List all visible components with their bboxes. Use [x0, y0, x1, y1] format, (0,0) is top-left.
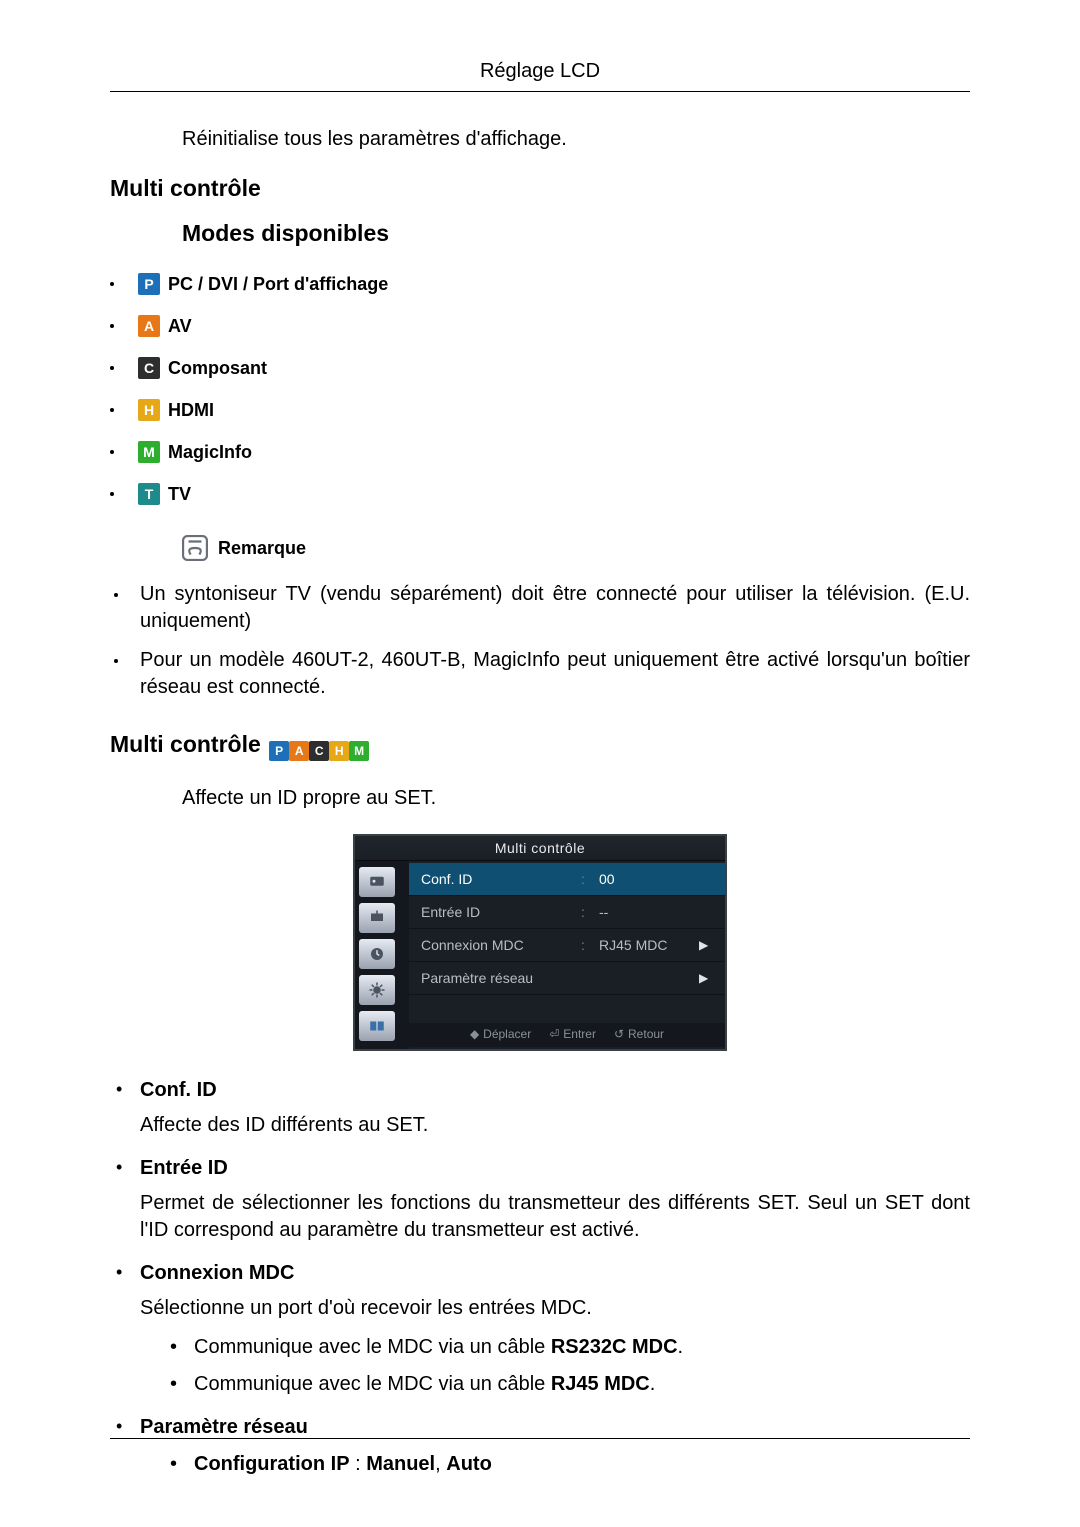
- detail-paragraph: Affecte des ID différents au SET.: [140, 1112, 970, 1139]
- mode-icon-t: T: [138, 483, 160, 505]
- osd-row-label: Entrée ID: [421, 904, 577, 920]
- osd-row-connexion-mdc[interactable]: Connexion MDC : RJ45 MDC ▶: [409, 929, 725, 962]
- note-text: Un syntoniseur TV (vendu séparément) doi…: [140, 581, 970, 635]
- mode-label: TV: [168, 484, 191, 505]
- detail-conf-id: Conf. ID Affecte des ID différents au SE…: [110, 1079, 970, 1139]
- section-modes-disponibles-title: Modes disponibles: [110, 220, 970, 247]
- bullet-icon: [110, 450, 114, 454]
- osd-row-entree-id[interactable]: Entrée ID : --: [409, 896, 725, 929]
- detail-entree-id: Entrée ID Permet de sélectionner les fon…: [110, 1157, 970, 1244]
- detail-list: Conf. ID Affecte des ID différents au SE…: [110, 1079, 970, 1478]
- mode-item-composant: C Composant: [110, 347, 970, 389]
- detail-title: Paramètre réseau: [140, 1416, 970, 1439]
- osd-row-label: Paramètre réseau: [421, 970, 577, 986]
- document-page: Réglage LCD Réinitialise tous les paramè…: [0, 0, 1080, 1527]
- mode-label: AV: [168, 316, 192, 337]
- mode-label: Composant: [168, 358, 267, 379]
- mode-label: PC / DVI / Port d'affichage: [168, 274, 388, 295]
- note-label: Remarque: [218, 538, 306, 559]
- mode-item-magicinfo: M MagicInfo: [110, 431, 970, 473]
- bullet-icon: [110, 282, 114, 286]
- osd-foot-enter: ⏎ Entrer: [549, 1027, 596, 1041]
- sub-bullets: Configuration IP : Manuel, Auto: [168, 1451, 970, 1478]
- osd-side-icon-time[interactable]: [359, 939, 395, 969]
- detail-paragraph: Sélectionne un port d'où recevoir les en…: [140, 1295, 970, 1322]
- osd-row-colon: :: [577, 937, 589, 953]
- note-bullet-2: Pour un modèle 460UT-2, 460UT-B, MagicIn…: [110, 641, 970, 707]
- note-bullets: Un syntoniseur TV (vendu séparément) doi…: [110, 575, 970, 707]
- osd-row-label: Conf. ID: [421, 871, 577, 887]
- mode-icon-m: M: [138, 441, 160, 463]
- osd-row-colon: :: [577, 904, 589, 920]
- section2-intro: Affecte un ID propre au SET.: [110, 785, 970, 812]
- mode-icon-c: C: [138, 357, 160, 379]
- osd-row-value: --: [589, 904, 699, 920]
- inline-mode-icons: P A C H M: [269, 741, 369, 761]
- osd-side-icon-picture[interactable]: [359, 867, 395, 897]
- mode-icon-m: M: [349, 741, 369, 761]
- detail-parametre-reseau: Paramètre réseau Configuration IP : Manu…: [110, 1416, 970, 1478]
- bullet-icon: [110, 408, 114, 412]
- osd-row-value: 00: [589, 871, 699, 887]
- osd-row-label: Connexion MDC: [421, 937, 577, 953]
- osd-panel: Multi contrôle Conf. ID : 00 Entrée ID :: [353, 834, 727, 1051]
- sub-bullet-rs232c: Communique avec le MDC via un câble RS23…: [168, 1334, 970, 1361]
- note-icon: [182, 535, 208, 561]
- osd-foot-move: ◆ Déplacer: [470, 1027, 531, 1041]
- note-header: Remarque: [110, 535, 970, 561]
- osd-side-icon-multi[interactable]: [359, 1011, 395, 1041]
- sub-bullet-rj45: Communique avec le MDC via un câble RJ45…: [168, 1371, 970, 1398]
- mode-icon-h: H: [329, 741, 349, 761]
- mode-icon-a: A: [289, 741, 309, 761]
- mode-item-tv: T TV: [110, 473, 970, 515]
- osd-title: Multi contrôle: [355, 836, 725, 861]
- mode-icon-p: P: [138, 273, 160, 295]
- mode-item-av: A AV: [110, 305, 970, 347]
- sub-bullet-config-ip: Configuration IP : Manuel, Auto: [168, 1451, 970, 1478]
- osd-foot-return: ↺ Retour: [614, 1027, 664, 1041]
- osd-row-arrow-icon: ▶: [699, 938, 713, 952]
- bullet-icon: [114, 659, 118, 663]
- sub-bullets: Communique avec le MDC via un câble RS23…: [168, 1334, 970, 1398]
- osd-body: Conf. ID : 00 Entrée ID : -- Connexion M…: [355, 861, 725, 1049]
- detail-title: Entrée ID: [140, 1157, 970, 1180]
- osd-main: Conf. ID : 00 Entrée ID : -- Connexion M…: [409, 861, 725, 1049]
- mode-label: MagicInfo: [168, 442, 252, 463]
- detail-connexion-mdc: Connexion MDC Sélectionne un port d'où r…: [110, 1262, 970, 1398]
- osd-footer: ◆ Déplacer ⏎ Entrer ↺ Retour: [409, 1023, 725, 1047]
- note-text: Pour un modèle 460UT-2, 460UT-B, MagicIn…: [140, 647, 970, 701]
- detail-paragraph: Permet de sélectionner les fonctions du …: [140, 1190, 970, 1244]
- osd-row-colon: :: [577, 871, 589, 887]
- mode-icon-h: H: [138, 399, 160, 421]
- mode-item-pc: P PC / DVI / Port d'affichage: [110, 263, 970, 305]
- section-multi-controle-title: Multi contrôle: [110, 175, 970, 202]
- mode-label: HDMI: [168, 400, 214, 421]
- note-bullet-1: Un syntoniseur TV (vendu séparément) doi…: [110, 575, 970, 641]
- osd-row-arrow-icon: ▶: [699, 971, 713, 985]
- mode-item-hdmi: H HDMI: [110, 389, 970, 431]
- mode-icon-c: C: [309, 741, 329, 761]
- intro-paragraph: Réinitialise tous les paramètres d'affic…: [110, 126, 970, 153]
- detail-title: Conf. ID: [140, 1079, 970, 1102]
- bullet-icon: [110, 366, 114, 370]
- section-multi-controle-2-title: Multi contrôle P A C H M: [110, 731, 970, 761]
- osd-side-icon-settings[interactable]: [359, 975, 395, 1005]
- bullet-icon: [110, 492, 114, 496]
- osd-row-value: RJ45 MDC: [589, 937, 699, 953]
- mode-icon-p: P: [269, 741, 289, 761]
- page-header-title: Réglage LCD: [110, 60, 970, 91]
- header-rule: [110, 91, 970, 92]
- bullet-icon: [114, 593, 118, 597]
- modes-list: P PC / DVI / Port d'affichage A AV C Com…: [110, 263, 970, 515]
- mode-icon-a: A: [138, 315, 160, 337]
- osd-side-icon-input[interactable]: [359, 903, 395, 933]
- osd-row-conf-id[interactable]: Conf. ID : 00: [409, 863, 725, 896]
- footer-rule: [110, 1438, 970, 1439]
- bullet-icon: [110, 324, 114, 328]
- detail-title: Connexion MDC: [140, 1262, 970, 1285]
- osd-row-parametre-reseau[interactable]: Paramètre réseau ▶: [409, 962, 725, 995]
- osd-sidebar: [355, 861, 409, 1049]
